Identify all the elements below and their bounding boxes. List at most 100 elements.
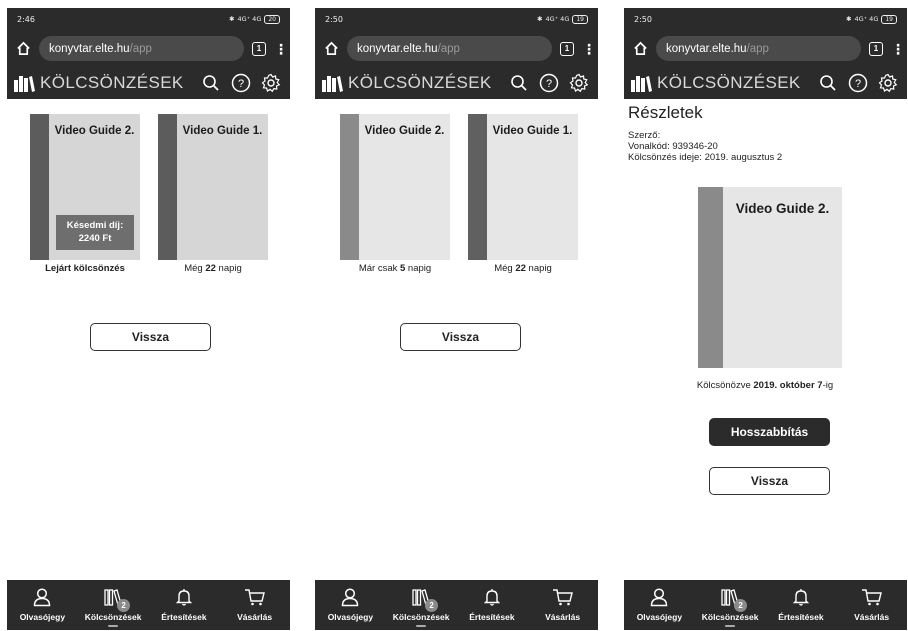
bluetooth-icon: ✱ <box>846 15 852 23</box>
phone-screen-overdue: 2:46 ✱ 4G⁺ 4G 20 konyvtar.elte.hu/app 1 … <box>7 8 290 630</box>
nav-item-olvasojegy[interactable]: Olvasójegy <box>624 580 695 630</box>
app-header: KÖLCSÖNZÉSEK ? <box>7 67 290 99</box>
help-icon[interactable]: ? <box>230 72 252 94</box>
search-icon[interactable] <box>817 72 839 94</box>
url-field[interactable]: konyvtar.elte.hu/app <box>347 36 552 61</box>
nav-label: Kölcsönzések <box>701 612 759 622</box>
nav-item-olvasojegy[interactable]: Olvasójegy <box>7 580 78 630</box>
app-header: KÖLCSÖNZÉSEK ? <box>315 67 598 99</box>
nav-item-vasarlas[interactable]: Vásárlás <box>527 580 598 630</box>
book-spine <box>158 114 177 260</box>
nav-label: Vásárlás <box>545 612 581 622</box>
home-icon[interactable] <box>15 41 31 57</box>
book-status-caption: Lejárt kölcsönzés <box>15 263 155 274</box>
tab-switcher-button[interactable]: 1 <box>252 41 266 56</box>
book-spine <box>698 187 723 368</box>
nav-item-ertesitesek[interactable]: Értesítések <box>766 580 837 630</box>
nav-label: Olvasójegy <box>19 612 66 622</box>
bell-icon <box>481 586 503 608</box>
svg-text:?: ? <box>546 78 552 90</box>
browser-url-bar: konyvtar.elte.hu/app 1 ⋮ <box>624 30 907 67</box>
nav-item-vasarlas[interactable]: Vásárlás <box>836 580 907 630</box>
help-icon[interactable]: ? <box>538 72 560 94</box>
nav-label: Vásárlás <box>854 612 890 622</box>
book-status-caption: Már csak 5 napig <box>325 263 465 274</box>
details-content: Részletek Szerző: Vonalkód: 939346-20 Kö… <box>624 99 907 580</box>
nav-label: Értesítések <box>161 612 207 622</box>
nav-item-vasarlas[interactable]: Vásárlás <box>219 580 290 630</box>
gear-icon[interactable] <box>877 72 899 94</box>
url-field[interactable]: konyvtar.elte.hu/app <box>656 36 861 61</box>
browser-url-bar: konyvtar.elte.hu/app 1 ⋮ <box>7 30 290 67</box>
url-field[interactable]: konyvtar.elte.hu/app <box>39 36 244 61</box>
home-icon[interactable] <box>323 41 339 57</box>
home-icon[interactable] <box>632 41 648 57</box>
user-icon <box>31 586 53 608</box>
search-icon[interactable] <box>200 72 222 94</box>
nav-item-olvasojegy[interactable]: Olvasójegy <box>315 580 386 630</box>
book-title: Video Guide 2. <box>735 201 830 216</box>
nav-item-ertesitesek[interactable]: Értesítések <box>457 580 528 630</box>
bluetooth-icon: ✱ <box>537 15 543 23</box>
battery-indicator: 20 <box>264 14 280 24</box>
bottom-navigation: Olvasójegy 2 Kölcsönzések Értesítések Vá… <box>315 580 598 630</box>
tab-switcher-button[interactable]: 1 <box>560 41 574 56</box>
loans-content: Video Guide 2. Már csak 5 napig Video Gu… <box>315 99 598 580</box>
due-date: 2019. október 7 <box>753 380 823 391</box>
svg-text:?: ? <box>238 78 244 90</box>
status-bar: 2:46 ✱ 4G⁺ 4G 20 <box>7 8 290 30</box>
author-line: Szerző: <box>628 130 661 141</box>
page-title: KÖLCSÖNZÉSEK <box>348 73 492 92</box>
gear-icon[interactable] <box>568 72 590 94</box>
help-icon[interactable]: ? <box>847 72 869 94</box>
days-left: 22 <box>515 263 526 274</box>
nav-label: Értesítések <box>469 612 515 622</box>
books-icon: 2 <box>410 586 439 612</box>
nav-label: Olvasójegy <box>636 612 683 622</box>
status-icons: ✱ 4G⁺ 4G 19 <box>537 14 588 24</box>
user-icon <box>648 586 670 608</box>
book-card[interactable]: Video Guide 1. <box>468 114 578 260</box>
book-card[interactable]: Video Guide 2. Késedmi díj: 2240 Ft <box>30 114 140 260</box>
status-bar: 2:50 ✱ 4G⁺ 4G 19 <box>624 8 907 30</box>
status-time: 2:50 <box>634 14 652 24</box>
browser-menu-icon[interactable]: ⋮ <box>891 42 905 56</box>
tab-switcher-button[interactable]: 1 <box>869 41 883 56</box>
back-button[interactable]: Vissza <box>90 323 211 351</box>
nav-item-kolcsonzesek[interactable]: 2 Kölcsönzések <box>386 580 457 630</box>
cart-icon <box>244 586 266 608</box>
book-card[interactable]: Video Guide 1. <box>158 114 268 260</box>
caption-prefix: Már csak <box>358 263 400 274</box>
nav-label: Olvasójegy <box>327 612 374 622</box>
book-status-caption: Még 22 napig <box>143 263 283 274</box>
extend-loan-button[interactable]: Hosszabbítás <box>709 418 830 446</box>
status-icons: ✱ 4G⁺ 4G 19 <box>846 14 897 24</box>
nav-item-kolcsonzesek[interactable]: 2 Kölcsönzések <box>78 580 149 630</box>
book-spine <box>340 114 359 260</box>
bluetooth-icon: ✱ <box>229 15 235 23</box>
nav-item-ertesitesek[interactable]: Értesítések <box>149 580 220 630</box>
page-title: KÖLCSÖNZÉSEK <box>657 73 801 92</box>
book-card[interactable]: Video Guide 2. <box>340 114 450 260</box>
bell-icon <box>173 586 195 608</box>
status-icons: ✱ 4G⁺ 4G 20 <box>229 14 280 24</box>
loan-count-badge: 2 <box>734 599 748 612</box>
browser-menu-icon[interactable]: ⋮ <box>274 42 288 56</box>
battery-indicator: 19 <box>572 14 588 24</box>
page-title: KÖLCSÖNZÉSEK <box>40 73 184 92</box>
book-spine <box>468 114 487 260</box>
back-button[interactable]: Vissza <box>400 323 521 351</box>
search-icon[interactable] <box>508 72 530 94</box>
nav-item-kolcsonzesek[interactable]: 2 Kölcsönzések <box>695 580 766 630</box>
phone-screen-details: 2:50 ✱ 4G⁺ 4G 19 konyvtar.elte.hu/app 1 … <box>624 8 907 630</box>
overdue-label: Lejárt kölcsönzés <box>45 263 125 274</box>
gear-icon[interactable] <box>260 72 282 94</box>
browser-menu-icon[interactable]: ⋮ <box>582 42 596 56</box>
due-date-caption: Kölcsönözve 2019. október 7-ig <box>665 380 865 391</box>
caption-suffix: napig <box>215 263 242 274</box>
due-prefix: Kölcsönözve <box>696 380 754 391</box>
back-button[interactable]: Vissza <box>709 467 830 495</box>
network-indicator: 4G⁺ 4G <box>237 15 262 23</box>
browser-url-bar: konyvtar.elte.hu/app 1 ⋮ <box>315 30 598 67</box>
book-spine <box>30 114 49 260</box>
